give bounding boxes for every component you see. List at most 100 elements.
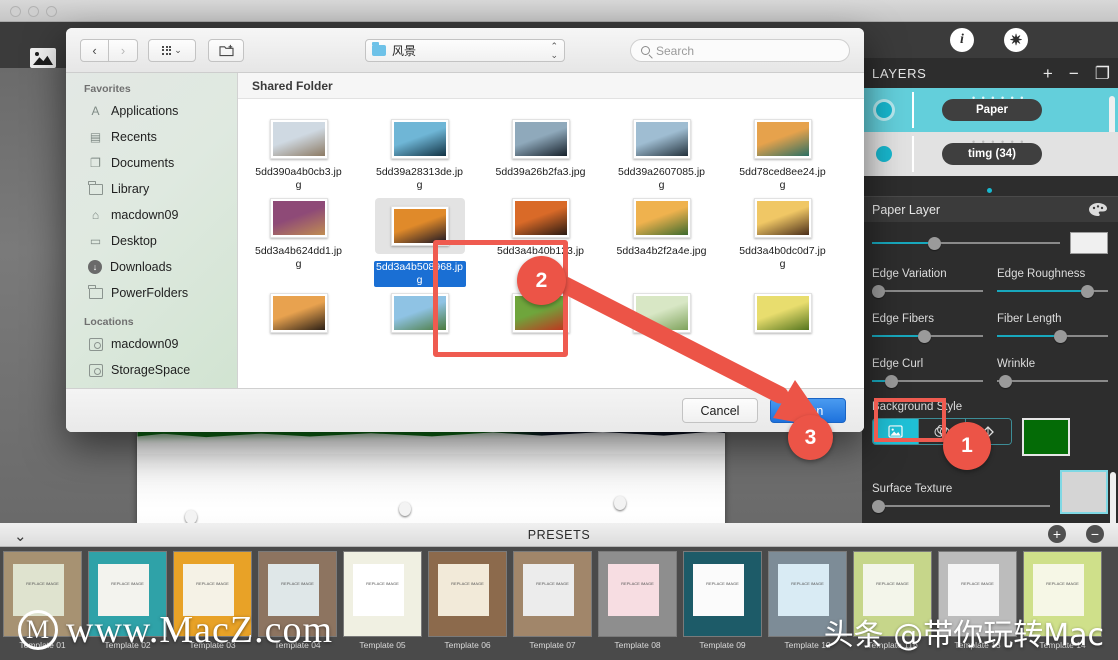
folder-icon <box>372 42 386 56</box>
image-tool-icon[interactable] <box>30 48 56 68</box>
sidebar-item-powerfolders[interactable]: PowerFolders <box>66 280 237 306</box>
paper-layer-header: Paper Layer <box>862 196 1118 222</box>
layer-name-chip[interactable]: Paper <box>942 99 1042 121</box>
sidebar-item-macdown09[interactable]: macdown09 <box>66 331 237 357</box>
preset-tile[interactable]: REPLACE IMAGE Template 09 <box>683 551 762 659</box>
surface-texture-swatch[interactable] <box>1060 470 1108 514</box>
file-thumbnail[interactable] <box>753 293 812 333</box>
palette-icon[interactable] <box>1088 202 1108 217</box>
duplicate-layer-button[interactable]: ❐ <box>1095 65 1110 82</box>
add-preset-button[interactable]: + <box>1048 525 1066 543</box>
file-item[interactable] <box>359 287 480 333</box>
opacity-slider[interactable] <box>872 235 1060 251</box>
edge-variation-slider[interactable] <box>872 283 983 299</box>
background-style-segmented[interactable] <box>872 418 1012 445</box>
file-browser[interactable]: Shared Folder 5dd390a4b0cb3.jpg 5dd39a283… <box>238 73 864 432</box>
edge-curl-slider[interactable] <box>872 373 983 389</box>
search-input[interactable]: Search <box>630 39 850 62</box>
file-thumbnail[interactable] <box>390 293 449 333</box>
preset-label: Template 05 <box>359 640 406 650</box>
layer-name-chip[interactable]: timg (34) <box>942 143 1042 165</box>
file-thumbnail[interactable] <box>511 119 570 159</box>
preset-thumbnail[interactable]: REPLACE IMAGE <box>513 551 592 637</box>
chevron-down-icon[interactable]: ⌄ <box>14 527 27 545</box>
preset-tile[interactable]: REPLACE IMAGE Template 07 <box>513 551 592 659</box>
cancel-button[interactable]: Cancel <box>682 398 758 423</box>
back-button[interactable]: ‹ <box>80 38 109 62</box>
canvas-handle[interactable] <box>614 496 626 510</box>
maximize-button[interactable] <box>46 6 57 17</box>
close-button[interactable] <box>10 6 21 17</box>
remove-layer-button[interactable]: − <box>1069 65 1079 82</box>
layers-pager[interactable] <box>862 186 1118 196</box>
preset-placeholder-text: REPLACE IMAGE <box>1046 580 1079 586</box>
background-color-swatch[interactable] <box>1022 418 1070 456</box>
sidebar-item-desktop[interactable]: ▭ Desktop <box>66 228 237 254</box>
file-thumbnail[interactable] <box>753 198 812 238</box>
file-item[interactable]: 5dd78ced8ee24.jpg <box>722 113 843 192</box>
file-item[interactable] <box>722 287 843 333</box>
forward-button[interactable]: › <box>109 38 138 62</box>
file-thumbnail[interactable] <box>511 198 570 238</box>
file-item[interactable]: 5dd3a4b624dd1.jpg <box>238 192 359 287</box>
file-item[interactable]: 5dd390a4b0cb3.jpg <box>238 113 359 192</box>
open-file-dialog[interactable]: ‹ › ⌄ 风景 ⌃ ⌄ Search Favorites A Applicat… <box>66 28 864 432</box>
file-thumbnail[interactable] <box>632 119 691 159</box>
sidebar-item-downloads[interactable]: ↓ Downloads <box>66 254 237 280</box>
new-folder-button[interactable] <box>208 38 244 62</box>
file-thumb-wrap <box>511 198 570 238</box>
sidebar-item-storagespace[interactable]: StorageSpace <box>66 357 237 383</box>
edge-roughness-slider[interactable] <box>997 283 1108 299</box>
preset-tile[interactable]: REPLACE IMAGE Template 05 <box>343 551 422 659</box>
preset-thumbnail[interactable]: REPLACE IMAGE <box>598 551 677 637</box>
surface-texture-slider[interactable] <box>872 498 1050 514</box>
file-thumbnail[interactable] <box>269 198 328 238</box>
preset-thumbnail[interactable]: REPLACE IMAGE <box>428 551 507 637</box>
sidebar-item-applications[interactable]: A Applications <box>66 98 237 124</box>
sidebar-item-recents[interactable]: ▤ Recents <box>66 124 237 150</box>
file-thumbnail[interactable] <box>269 293 328 333</box>
layer-visibility-toggle[interactable] <box>876 102 892 118</box>
preset-tile[interactable]: REPLACE IMAGE Template 06 <box>428 551 507 659</box>
fiber-length-slider[interactable] <box>997 328 1108 344</box>
paper-color-swatch[interactable] <box>1070 232 1108 254</box>
file-item[interactable]: 5dd39a26b2fa3.jpg <box>480 113 601 192</box>
remove-preset-button[interactable]: − <box>1086 525 1104 543</box>
sidebar-item-macdown09[interactable]: ⌂ macdown09 <box>66 202 237 228</box>
canvas-handle[interactable] <box>399 502 411 516</box>
add-layer-button[interactable]: + <box>1043 65 1053 82</box>
file-thumbnail[interactable] <box>269 119 328 159</box>
file-thumbnail[interactable] <box>390 119 449 159</box>
file-item[interactable]: 5dd3a4b508968.jpg <box>359 192 480 287</box>
file-thumbnail[interactable] <box>632 198 691 238</box>
minimize-button[interactable] <box>28 6 39 17</box>
layer-row[interactable]: • • • • • • Paper <box>862 88 1118 140</box>
layer-visibility-toggle[interactable] <box>876 146 892 162</box>
path-popup-button[interactable]: 风景 ⌃ ⌄ <box>365 39 565 62</box>
preset-tile[interactable]: REPLACE IMAGE Template 08 <box>598 551 677 659</box>
layer-row[interactable]: • • • • • • timg (34) <box>862 132 1118 176</box>
file-item[interactable]: 5dd39a28313de.jpg <box>359 113 480 192</box>
sidebar-item-library[interactable]: Library <box>66 176 237 202</box>
file-item[interactable] <box>238 287 359 333</box>
image-fill-icon[interactable] <box>873 419 920 444</box>
sidebar-item-label: macdown09 <box>111 208 179 222</box>
preset-thumbnail[interactable]: REPLACE IMAGE <box>683 551 762 637</box>
sidebar-item-documents[interactable]: ❐ Documents <box>66 150 237 176</box>
nav-buttons[interactable]: ‹ › <box>80 38 138 62</box>
file-item[interactable] <box>601 287 722 333</box>
edge-fibers-slider[interactable] <box>872 328 983 344</box>
file-item[interactable]: 5dd3a4b0dc0d7.jpg <box>722 192 843 287</box>
stepper-icon[interactable]: ⌃ ⌄ <box>550 41 558 60</box>
file-thumbnail[interactable] <box>753 119 812 159</box>
file-item[interactable]: 5dd39a2607085.jpg <box>601 113 722 192</box>
preset-thumbnail[interactable]: REPLACE IMAGE <box>343 551 422 637</box>
settings-icon[interactable]: ✷ <box>1004 28 1028 52</box>
file-thumbnail[interactable] <box>632 293 691 333</box>
info-icon[interactable]: i <box>950 28 974 52</box>
canvas-handle[interactable] <box>185 510 197 524</box>
file-thumbnail[interactable] <box>390 206 449 246</box>
file-item[interactable]: 5dd3a4b2f2a4e.jpg <box>601 192 722 287</box>
wrinkle-slider[interactable] <box>997 373 1108 389</box>
view-mode-button[interactable]: ⌄ <box>148 38 196 62</box>
